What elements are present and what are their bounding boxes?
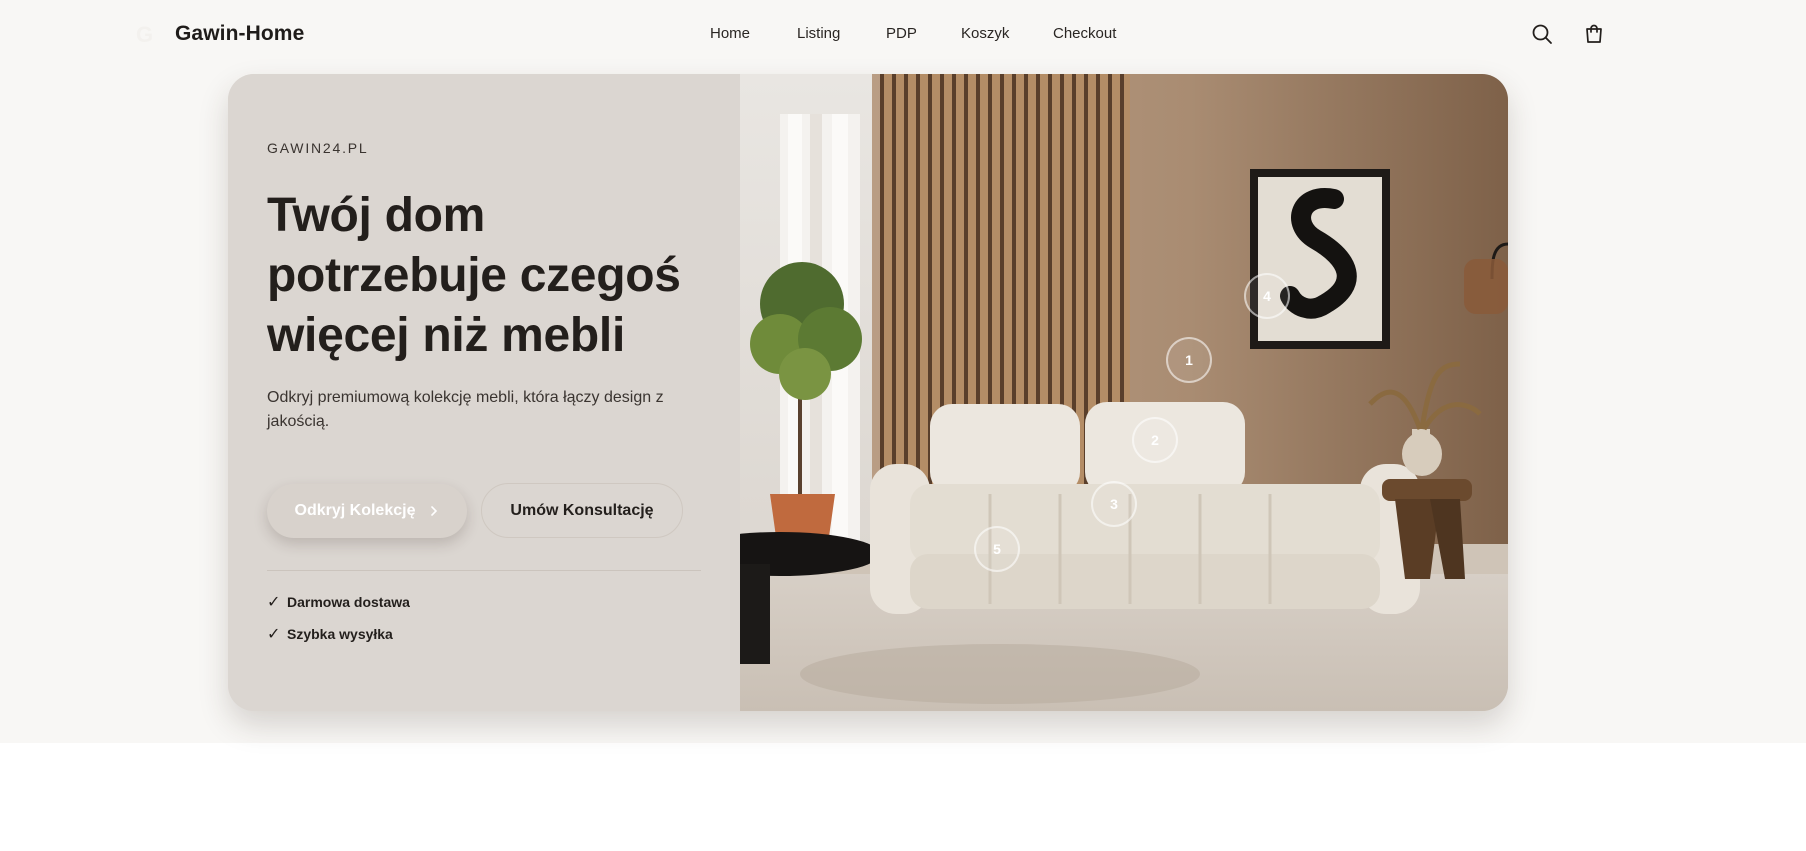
living-room-illustration <box>740 74 1508 711</box>
search-icon[interactable] <box>1530 22 1554 46</box>
hotspot-4[interactable]: 4 <box>1244 273 1290 319</box>
hero-subtitle: Odkryj premiumową kolekcję mebli, która … <box>267 389 664 430</box>
headline-line-2: potrzebuje czegoś <box>267 249 681 302</box>
hero-divider <box>267 570 701 571</box>
hotspot-1[interactable]: 1 <box>1166 337 1212 383</box>
check-icon: ✓ <box>267 626 281 643</box>
cart-icon[interactable] <box>1582 22 1606 46</box>
nav-listing[interactable]: Listing <box>797 25 840 42</box>
feature-fast-shipping: ✓ Szybka wysyłka <box>267 624 393 644</box>
site-header: G Gawin-Home Home Listing PDP Koszyk Che… <box>0 0 1806 68</box>
book-consultation-button[interactable]: Umów Konsultację <box>481 483 683 538</box>
hero-headline: Twój dom potrzebuje czegoś więcej niż me… <box>267 186 707 366</box>
hero-eyebrow: GAWIN24.PL <box>267 140 369 156</box>
hero-content: GAWIN24.PL Twój dom potrzebuje czegoś wi… <box>228 74 740 711</box>
headline-line-3: więcej niż mebli <box>267 309 625 362</box>
nav-pdp[interactable]: PDP <box>886 25 917 42</box>
hero-card: GAWIN24.PL Twój dom potrzebuje czegoś wi… <box>228 74 1508 711</box>
nav-koszyk[interactable]: Koszyk <box>961 25 1009 42</box>
chevron-right-icon <box>431 506 438 516</box>
feature-free-delivery: ✓ Darmowa dostawa <box>267 592 410 612</box>
nav-checkout[interactable]: Checkout <box>1053 25 1116 42</box>
check-icon: ✓ <box>267 594 281 611</box>
headline-line-1: Twój dom <box>267 189 486 242</box>
feature-label: Darmowa dostawa <box>287 594 410 610</box>
discover-collection-button[interactable]: Odkryj Kolekcję <box>267 484 467 538</box>
book-consultation-label: Umów Konsultację <box>510 501 654 519</box>
nav-home[interactable]: Home <box>710 25 750 42</box>
discover-collection-label: Odkryj Kolekcję <box>294 502 416 519</box>
hotspot-5[interactable]: 5 <box>974 526 1020 572</box>
hotspot-2[interactable]: 2 <box>1132 417 1178 463</box>
feature-label: Szybka wysyłka <box>287 626 393 642</box>
hotspot-3[interactable]: 3 <box>1091 481 1137 527</box>
hero-image: 1 2 3 4 5 <box>740 74 1508 711</box>
